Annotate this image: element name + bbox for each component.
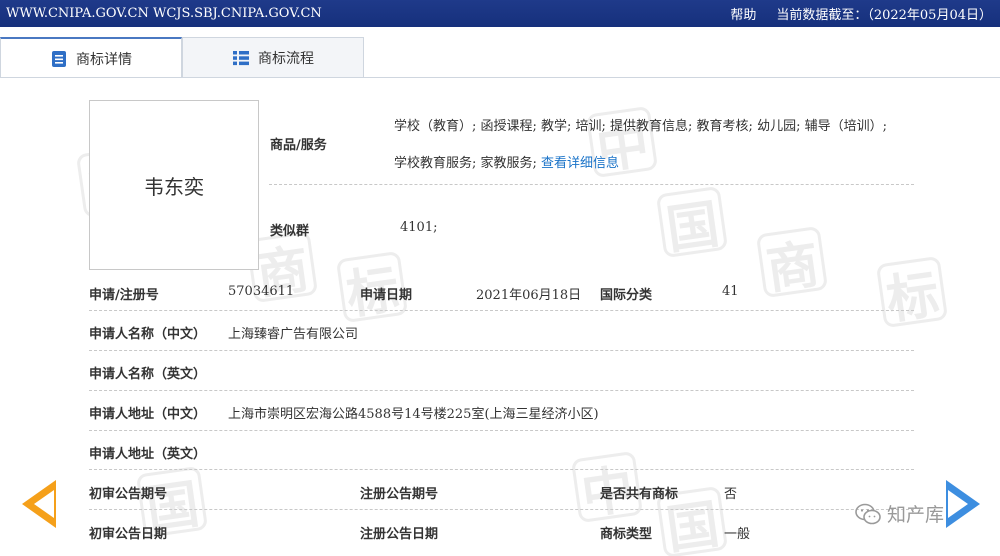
trademark-image-text: 韦东奕 — [144, 174, 204, 199]
next-arrow-icon[interactable] — [946, 480, 980, 528]
tab-bar: 商标详情 商标流程 — [0, 37, 364, 78]
tab-label: 商标详情 — [76, 51, 132, 68]
help-link[interactable]: 帮助 — [730, 4, 756, 23]
site-url: WWW.CNIPA.GOV.CN WCJS.SBJ.CNIPA.GOV.CN — [6, 6, 322, 21]
mark-type-label: 商标类型 — [600, 527, 653, 542]
view-details-link[interactable]: 查看详细信息 — [541, 156, 619, 171]
applicant-en-label: 申请人名称（英文） — [89, 367, 207, 382]
prelim-date-label: 初审公告日期 — [89, 527, 168, 542]
tab-trademark-details[interactable]: 商标详情 — [0, 37, 182, 78]
address-cn-label: 申请人地址（中文） — [89, 407, 207, 422]
shared-mark-label: 是否共有商标 — [600, 487, 679, 502]
similar-group-value: 4101; — [400, 220, 438, 235]
reg-no-label: 申请/注册号 — [89, 288, 159, 303]
goods-services-label: 商品/服务 — [270, 138, 327, 153]
address-cn-value: 上海市崇明区宏海公路4588号14号楼225室(上海三星经济小区) — [228, 407, 599, 422]
divider — [89, 430, 914, 431]
similar-group-label: 类似群 — [270, 224, 310, 239]
intl-class-label: 国际分类 — [600, 288, 653, 303]
goods-services-line: 学校（教育）; 函授课程; 教学; 培训; 提供教育信息; 教育考核; 幼儿园;… — [394, 119, 887, 134]
prelim-no-label: 初审公告期号 — [89, 487, 168, 502]
applicant-cn-label: 申请人名称（中文） — [89, 327, 207, 342]
document-list-icon — [52, 50, 66, 67]
tab-trademark-process[interactable]: 商标流程 — [182, 37, 364, 78]
data-date-text: 当前数据截至：（2022年05月04日） — [776, 8, 992, 23]
source-name: 知产库 — [887, 504, 945, 526]
app-date-value: 2021年06月18日 — [476, 288, 582, 303]
trademark-image: 韦东奕 — [89, 100, 259, 270]
top-bar: WWW.CNIPA.GOV.CN WCJS.SBJ.CNIPA.GOV.CN 帮… — [0, 0, 1000, 27]
watermark-char: 国 — [655, 185, 729, 261]
divider — [89, 390, 914, 391]
applicant-cn-value: 上海臻睿广告有限公司 — [228, 327, 359, 342]
previous-arrow-icon[interactable] — [22, 480, 56, 528]
source-watermark: 知产库 — [855, 500, 944, 527]
app-date-label: 申请日期 — [360, 288, 413, 303]
wechat-icon — [855, 503, 881, 524]
divider — [89, 469, 914, 470]
watermark-char: 标 — [875, 255, 949, 331]
tab-label: 商标流程 — [258, 50, 314, 67]
reg-no-value: 57034611 — [228, 284, 295, 299]
divider — [89, 310, 914, 311]
intl-class-value: 41 — [722, 284, 739, 299]
list-icon — [233, 50, 249, 65]
top-bar-right: 帮助 当前数据截至：（2022年05月04日） — [730, 4, 992, 23]
shared-mark-value: 否 — [724, 487, 738, 502]
reg-pub-no-label: 注册公告期号 — [360, 487, 439, 502]
goods-services-line2: 学校教育服务; 家教服务; 查看详细信息 — [394, 152, 619, 171]
divider — [269, 184, 914, 185]
mark-type-value: 一般 — [724, 527, 751, 542]
address-en-label: 申请人地址（英文） — [89, 447, 207, 462]
reg-pub-date-label: 注册公告日期 — [360, 527, 439, 542]
watermark-char: 商 — [755, 225, 829, 301]
goods-services-text: 学校教育服务; 家教服务; — [394, 156, 537, 171]
divider — [89, 350, 914, 351]
divider — [89, 509, 914, 510]
